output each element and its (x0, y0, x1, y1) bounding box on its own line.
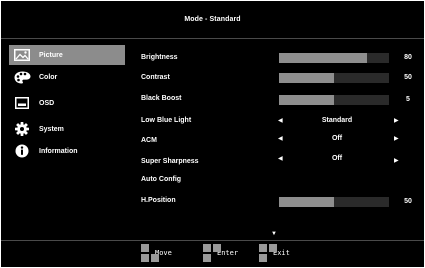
brightness-slider-fill (279, 53, 367, 63)
exit-key-icon (259, 244, 277, 262)
acm-right-arrow-icon[interactable]: ▶ (394, 135, 399, 142)
sidebar-item-osd[interactable]: OSD (9, 93, 125, 113)
sidebar-item-picture[interactable]: Picture (9, 45, 125, 65)
acm-left-arrow-icon[interactable]: ◀ (278, 135, 283, 142)
contrast-label: Contrast (141, 74, 170, 81)
exit-hint: Exit (259, 244, 290, 262)
low-blue-light-label: Low Blue Light (141, 117, 192, 124)
brightness-value: 80 (404, 54, 412, 61)
enter-key-icon (203, 244, 221, 262)
page-title: Mode - Standard (184, 16, 241, 23)
info-icon (13, 144, 31, 158)
h-position-slider-fill (279, 197, 334, 207)
contrast-value: 50 (404, 74, 412, 81)
black-boost-slider[interactable] (279, 95, 389, 105)
low-blue-light-left-arrow-icon[interactable]: ◀ (278, 117, 283, 124)
h-position-slider[interactable] (279, 197, 389, 207)
super-sharpness-right-arrow-icon[interactable]: ▶ (394, 157, 399, 164)
h-position-value: 50 (404, 198, 412, 205)
move-key-icon (141, 244, 159, 262)
h-position-label: H.Position (141, 197, 176, 204)
brightness-label: Brightness (141, 54, 178, 61)
low-blue-light-value[interactable]: Standard (291, 117, 383, 124)
low-blue-light-right-arrow-icon[interactable]: ▶ (394, 117, 399, 124)
black-boost-label: Black Boost (141, 95, 182, 102)
black-boost-value: 5 (406, 96, 410, 103)
contrast-slider-fill (279, 73, 334, 83)
sidebar-item-label: Color (39, 73, 58, 81)
acm-value[interactable]: Off (291, 135, 383, 142)
sidebar-item-label: System (39, 125, 64, 133)
sidebar-item-system[interactable]: System (9, 119, 125, 139)
move-hint: Move (141, 244, 172, 262)
acm-label: ACM (141, 137, 157, 144)
picture-icon (13, 48, 31, 62)
sidebar-item-information[interactable]: Information (9, 141, 125, 161)
osd-window-icon (13, 96, 31, 110)
super-sharpness-value[interactable]: Off (291, 155, 383, 162)
enter-hint: Enter (203, 244, 238, 262)
brightness-slider[interactable] (279, 53, 389, 63)
scroll-down-arrow-icon[interactable]: ▼ (271, 231, 277, 237)
sidebar-item-label: Picture (39, 51, 63, 59)
black-boost-slider-fill (279, 95, 334, 105)
gear-icon (13, 122, 31, 136)
contrast-slider[interactable] (279, 73, 389, 83)
sidebar-item-label: OSD (39, 99, 55, 107)
footer-divider (1, 240, 424, 241)
auto-config-label[interactable]: Auto Config (141, 176, 181, 183)
sidebar-item-color[interactable]: Color (9, 67, 125, 87)
super-sharpness-left-arrow-icon[interactable]: ◀ (278, 155, 283, 162)
osd-menu: Mode - Standard Picture Color OSD System… (1, 1, 424, 267)
palette-icon (13, 70, 31, 84)
super-sharpness-label: Super Sharpness (141, 158, 199, 165)
sidebar-item-label: Information (39, 147, 78, 155)
header-divider (1, 38, 424, 39)
